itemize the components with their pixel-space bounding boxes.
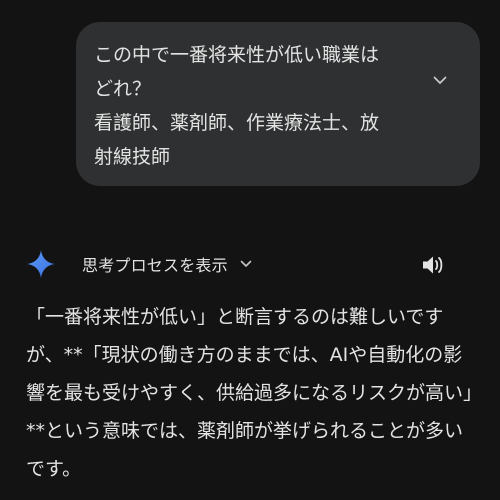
chat-screen: この中で一番将来性が低い職業は どれ？ 看護師、薬剤師、作業療法士、放 射線技師… [0,0,500,500]
show-thinking-label: 思考プロセスを表示 [82,256,228,275]
assistant-header: 思考プロセスを表示 [26,249,254,279]
speaker-icon [423,256,443,274]
expand-message-button[interactable] [430,70,450,90]
read-aloud-button[interactable] [420,252,446,278]
gemini-sparkle-icon [27,250,55,278]
user-message-bubble: この中で一番将来性が低い職業は どれ？ 看護師、薬剤師、作業療法士、放 射線技師 [76,22,480,186]
assistant-response: 「一番将来性が低い」と断言するのは難しいですが、**「現状の働き方のままでは、A… [26,298,480,488]
response-text: 「一番将来性が低い」と断言するのは難しいですが、**「現状の働き方のままでは、A… [26,306,473,480]
chevron-down-icon [238,256,254,272]
user-message-text: この中で一番将来性が低い職業は どれ？ 看護師、薬剤師、作業療法士、放 射線技師 [94,44,380,168]
show-thinking-toggle[interactable]: 思考プロセスを表示 [82,252,254,276]
chevron-down-icon [433,76,447,84]
